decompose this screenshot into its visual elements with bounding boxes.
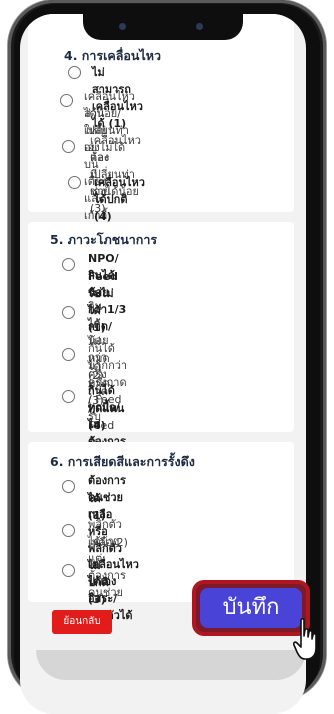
radio-button[interactable] [62,140,75,153]
phone-bottom-edge [36,650,306,680]
camera-dot-icon [119,23,126,30]
radio-button[interactable] [62,564,75,577]
radio-button[interactable] [60,94,73,107]
option-label: ปกติ (3) [88,576,109,606]
section-title: 4. การเคลื่อนไหว [64,48,161,63]
section-title: 6. การเสียดสีและการรั้งดึง [50,454,195,469]
option-label: เคลื่อนไหวได้ปกติ (4) [94,176,145,223]
option-label: ทดแทน (4) [88,402,125,432]
sensor-dot-icon [196,23,203,30]
back-button[interactable]: ย้อนกลับ [52,610,112,634]
hand-pointer-icon [293,618,317,660]
notch [83,14,243,40]
radio-button[interactable] [62,524,75,537]
radio-button[interactable] [68,66,81,79]
section-title: 5. ภาวะโภชนาการ [50,232,158,247]
radio-button[interactable] [68,176,81,189]
section-card-mobility: 4. การเคลื่อนไหว ไม่สามารถเคลื่อนไหวได้ … [28,14,294,239]
radio-button[interactable] [62,258,75,271]
section-card-friction: 6. การเสียดสีและการรั้งดึง ต้องการคนช่วย… [28,442,294,622]
save-button[interactable]: บันทึก [200,588,302,628]
radio-button[interactable] [62,480,75,493]
radio-button[interactable] [62,306,75,319]
radio-button[interactable] [62,390,75,403]
radio-button[interactable] [62,348,75,361]
option-label: เหลือ(2) [88,536,128,549]
section-card-nutrition: 5. ภาวะโภชนาการ NPO/กินได้น้อยกว่า1/3 ถา… [28,222,294,482]
